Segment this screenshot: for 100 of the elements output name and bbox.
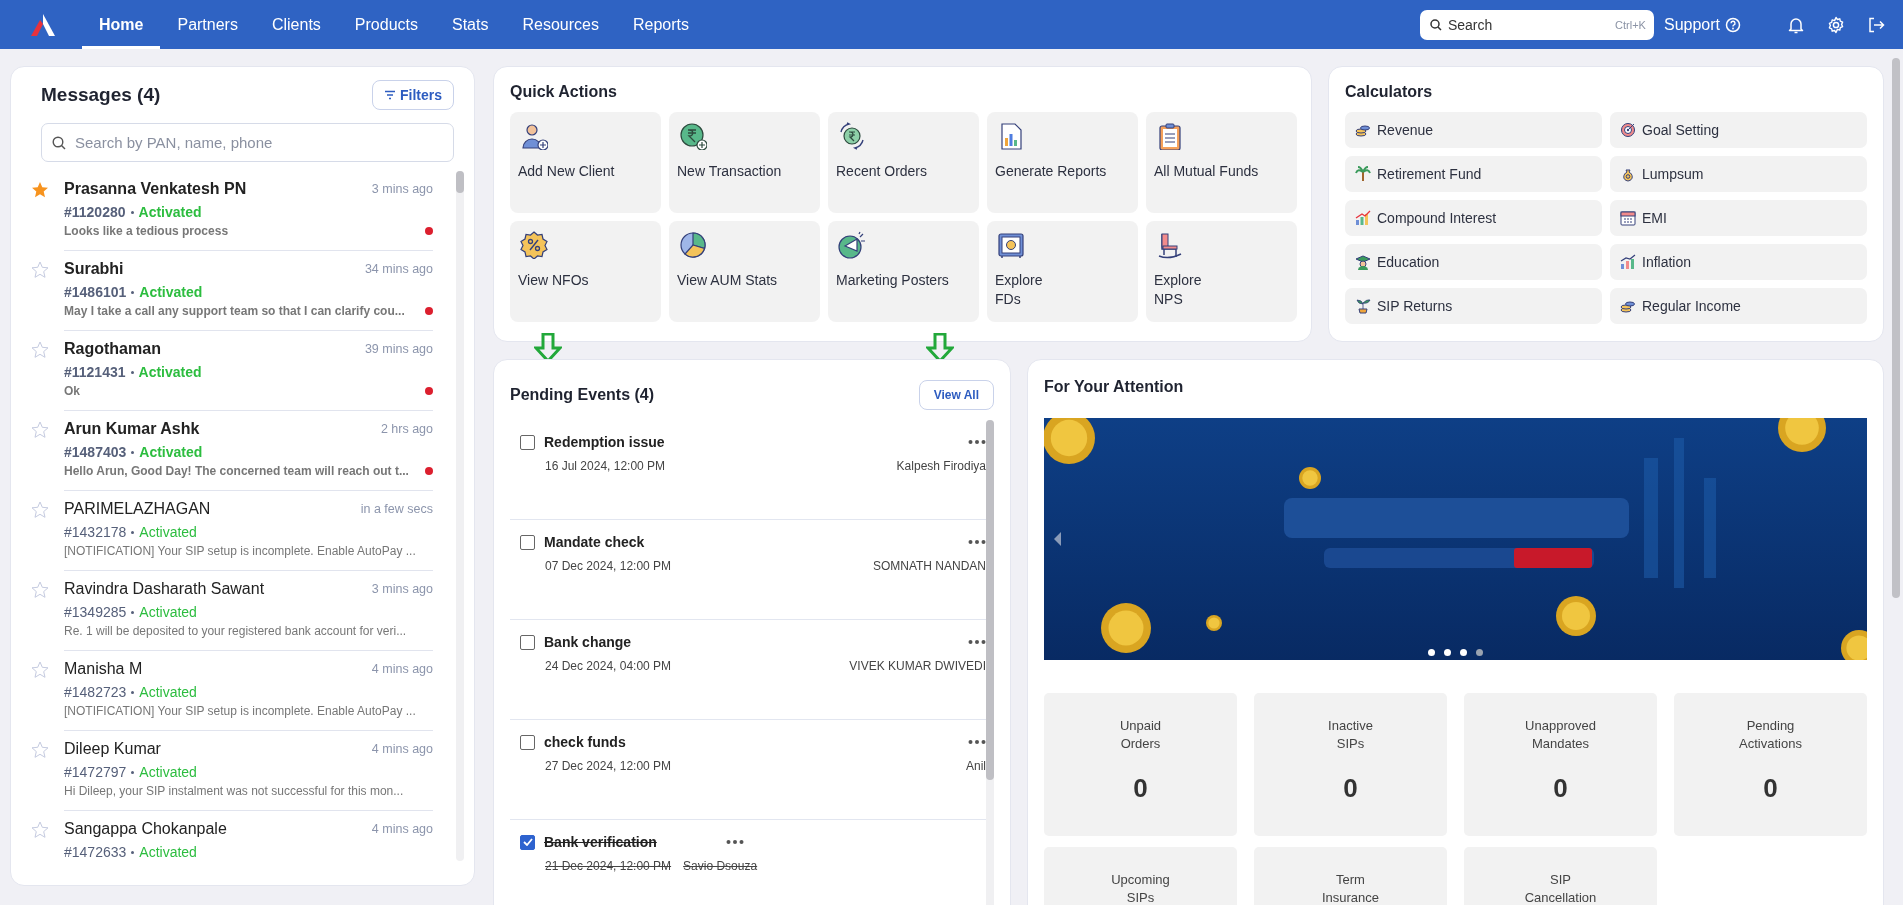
star-outline-icon[interactable] xyxy=(31,821,49,839)
scrollbar[interactable] xyxy=(986,420,994,905)
client-name: Surabhi xyxy=(64,260,124,278)
more-icon[interactable] xyxy=(725,839,744,845)
quick-action-tile[interactable]: New Transaction xyxy=(669,112,820,213)
quick-action-tile[interactable]: Explore FDs xyxy=(987,221,1138,322)
nav-tab[interactable]: Partners xyxy=(160,0,255,49)
event-date: 24 Dec 2024, 04:00 PM xyxy=(545,659,672,673)
event-date: 07 Dec 2024, 12:00 PM xyxy=(545,559,672,573)
percent-badge-icon xyxy=(520,231,548,259)
stat-card[interactable]: SIP Cancellation xyxy=(1464,847,1657,905)
search-field[interactable]: Search by PAN, name, phone xyxy=(41,123,454,162)
star-outline-icon[interactable] xyxy=(31,261,49,279)
quick-action-tile[interactable]: Generate Reports xyxy=(987,112,1138,213)
message-preview: Ok xyxy=(64,384,80,398)
quick-action-tile[interactable]: Marketing Posters xyxy=(828,221,979,322)
message-preview: May I take a call any support team so that I can clarify cou... xyxy=(64,304,405,318)
calculator-item[interactable]: Education xyxy=(1345,244,1602,280)
coins-icon xyxy=(1355,122,1371,138)
event-date: 27 Dec 2024, 12:00 PM xyxy=(545,759,672,773)
checkbox[interactable] xyxy=(520,834,535,850)
message-preview: Hi Dileep, your SIP instalment was not successful for this mon... xyxy=(64,784,404,798)
scrollbar[interactable] xyxy=(1892,58,1900,598)
client-name: Manisha M xyxy=(64,660,143,678)
quick-action-tile[interactable]: Explore NPS xyxy=(1146,221,1297,322)
quick-action-tile[interactable]: View NFOs xyxy=(510,221,661,322)
calculator-item[interactable]: Retirement Fund xyxy=(1345,156,1602,192)
carousel-dot[interactable] xyxy=(1460,649,1467,656)
star-outline-icon[interactable] xyxy=(31,501,49,519)
star-icon[interactable] xyxy=(31,181,49,199)
more-icon[interactable] xyxy=(968,739,986,745)
logout-icon[interactable] xyxy=(1867,15,1885,34)
quick-action-tile[interactable]: All Mutual Funds xyxy=(1146,112,1297,213)
previous-icon[interactable] xyxy=(1054,532,1062,546)
stat-label: Pending Activations xyxy=(1739,717,1802,753)
star-outline-icon[interactable] xyxy=(31,581,49,599)
filters-button[interactable]: Filters xyxy=(372,80,454,110)
star-outline-icon[interactable] xyxy=(31,741,49,759)
nav-tab[interactable]: Resources xyxy=(505,0,616,49)
star-outline-icon[interactable] xyxy=(31,661,49,679)
bell-icon[interactable] xyxy=(1787,15,1805,34)
message-time: 4 mins ago xyxy=(371,822,433,836)
star-outline-icon[interactable] xyxy=(31,341,49,359)
calculator-item[interactable]: Lumpsum xyxy=(1610,156,1867,192)
status-text: Activated xyxy=(139,604,197,620)
settings-icon[interactable] xyxy=(1827,15,1845,34)
person-add-icon xyxy=(520,122,548,150)
calculator-item[interactable]: SIP Returns xyxy=(1345,288,1602,324)
stat-card[interactable]: Upcoming SIPs xyxy=(1044,847,1237,905)
checkbox[interactable] xyxy=(520,634,535,650)
event-title: check funds xyxy=(544,734,626,750)
checkbox[interactable] xyxy=(520,434,535,450)
separator-dot xyxy=(131,770,135,774)
checkbox[interactable] xyxy=(520,734,535,750)
stat-card[interactable]: Inactive SIPs 0 xyxy=(1254,693,1447,836)
star-outline-icon[interactable] xyxy=(31,421,49,439)
nav-tab[interactable]: Home xyxy=(82,0,161,49)
calculator-item[interactable]: Inflation xyxy=(1610,244,1867,280)
client-id: #1482723 xyxy=(64,684,127,700)
carousel-dot[interactable] xyxy=(1476,649,1483,656)
carousel-dot[interactable] xyxy=(1428,649,1435,656)
stat-card[interactable]: Unpaid Orders 0 xyxy=(1044,693,1237,836)
nav-tab[interactable]: Stats xyxy=(434,0,506,49)
message-preview: [NOTIFICATION] Your SIP setup is incomplete. Enable AutoPay ... xyxy=(64,704,416,718)
carousel-dot[interactable] xyxy=(1444,649,1451,656)
logo-icon[interactable] xyxy=(30,12,56,37)
view-all-button[interactable]: View All xyxy=(918,380,994,410)
scrollbar[interactable] xyxy=(456,171,464,861)
checkbox[interactable] xyxy=(520,534,535,550)
panel-title: Pending Events (4) xyxy=(510,386,655,404)
client-id: #1432178 xyxy=(64,524,127,540)
separator-dot xyxy=(130,370,134,374)
separator-dot xyxy=(131,450,135,454)
stat-card[interactable]: Pending Activations 0 xyxy=(1674,693,1867,836)
nav-tab[interactable]: Products xyxy=(337,0,435,49)
event-title: Bank change xyxy=(544,634,632,650)
calculator-item[interactable]: Regular Income xyxy=(1610,288,1867,324)
quick-action-tile[interactable]: View AUM Stats xyxy=(669,221,820,322)
quick-action-tile[interactable]: Add New Client xyxy=(510,112,661,213)
stat-value: 0 xyxy=(1763,773,1778,804)
stat-value: 0 xyxy=(1133,773,1148,804)
more-icon[interactable] xyxy=(968,639,986,645)
calculator-item[interactable]: Revenue xyxy=(1345,112,1602,148)
quick-action-tile[interactable]: Recent Orders xyxy=(828,112,979,213)
calculator-item[interactable]: Goal Setting xyxy=(1610,112,1867,148)
nav-tab[interactable]: Clients xyxy=(254,0,338,49)
support-link[interactable]: Support xyxy=(1663,15,1741,34)
event-assignee: Anil xyxy=(966,759,986,773)
message-time: 3 mins ago xyxy=(371,582,433,596)
stat-card[interactable]: Term Insurance xyxy=(1254,847,1447,905)
coins-icon xyxy=(1620,298,1636,314)
stat-card[interactable]: Unapproved Mandates 0 xyxy=(1464,693,1657,836)
calculator-item[interactable]: EMI xyxy=(1610,200,1867,236)
more-icon[interactable] xyxy=(968,439,986,445)
nav-tab[interactable]: Reports xyxy=(615,0,706,49)
graduate-icon xyxy=(1355,254,1371,270)
more-icon[interactable] xyxy=(968,539,986,545)
calculator-item[interactable]: Compound Interest xyxy=(1345,200,1602,236)
message-time: 3 mins ago xyxy=(371,182,433,196)
client-name: Dileep Kumar xyxy=(64,740,161,758)
